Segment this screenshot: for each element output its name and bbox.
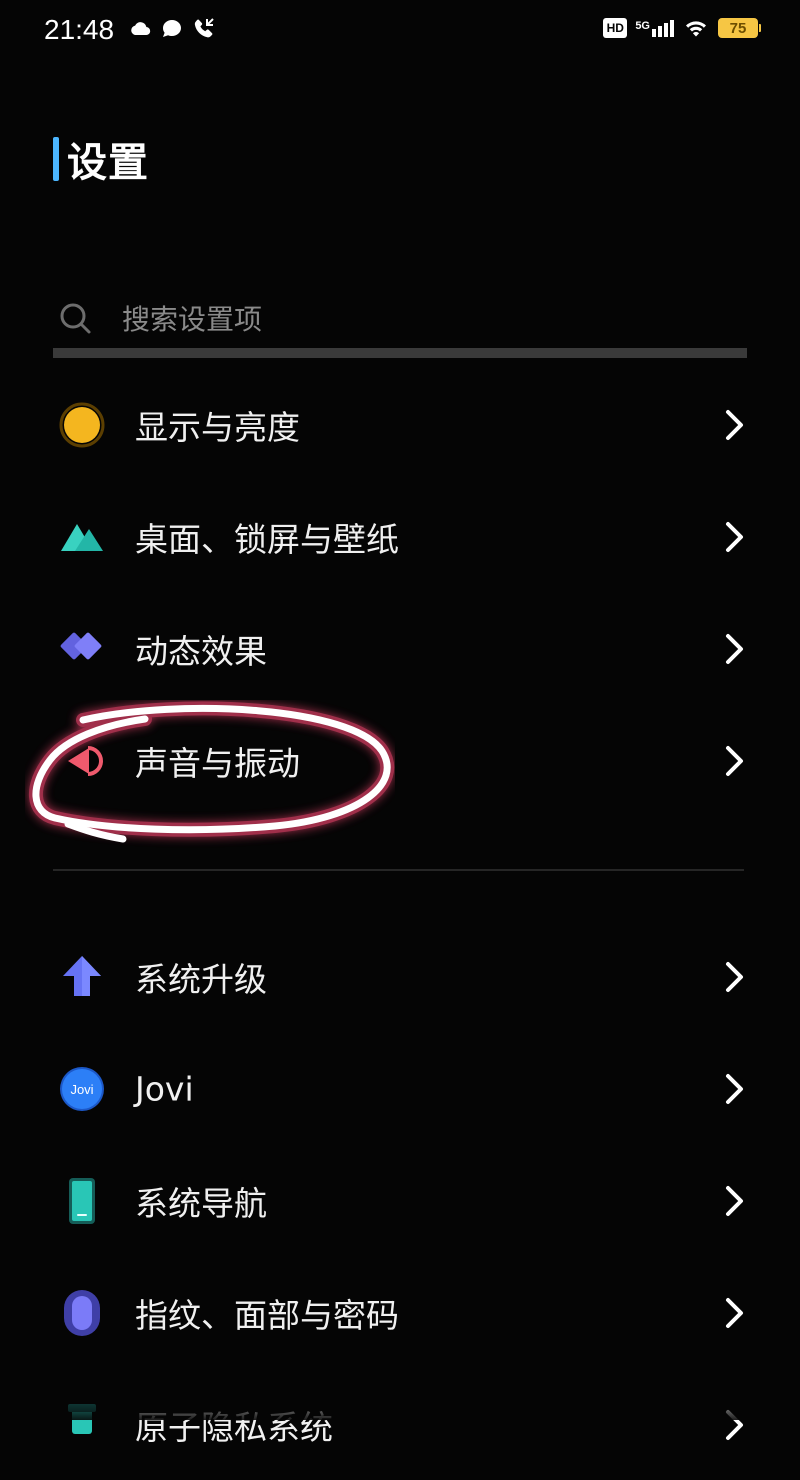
settings-item-motion-effects[interactable]: 动态效果 bbox=[0, 594, 800, 704]
settings-item-fingerprint-face-password[interactable]: 指纹、面部与密码 bbox=[0, 1258, 800, 1368]
settings-item-jovi[interactable]: Jovi Jovi bbox=[0, 1034, 800, 1144]
chevron-right-icon bbox=[726, 1298, 743, 1328]
display-brightness-icon bbox=[56, 399, 108, 451]
chevron-right-icon bbox=[726, 410, 743, 440]
system-navigation-icon bbox=[56, 1175, 108, 1227]
jovi-icon: Jovi bbox=[56, 1063, 108, 1115]
battery-icon: 75 bbox=[718, 18, 761, 38]
settings-item-label: 系统升级 bbox=[135, 960, 267, 999]
hd-badge: HD bbox=[603, 18, 628, 38]
signal-bar bbox=[658, 25, 662, 37]
system-status-icons: HD 5G 75 bbox=[603, 16, 761, 40]
settings-item-label: 声音与振动 bbox=[135, 744, 300, 783]
chevron-right-icon bbox=[726, 1074, 743, 1104]
message-icon bbox=[162, 20, 181, 37]
settings-item-system-update[interactable]: 系统升级 bbox=[0, 922, 800, 1032]
settings-item-sound-vibration[interactable]: 声音与振动 bbox=[0, 706, 800, 816]
chevron-right-icon bbox=[726, 746, 743, 776]
signal-bar bbox=[670, 19, 674, 37]
status-time: 21:48 bbox=[44, 14, 115, 45]
settings-item-label: Jovi bbox=[135, 1069, 194, 1109]
settings-item-privacy-system[interactable]: 原子隐私系统 bbox=[0, 1370, 800, 1480]
missed-call-icon bbox=[194, 18, 214, 38]
chevron-right-icon bbox=[726, 962, 743, 992]
fingerprint-face-password-icon bbox=[56, 1287, 108, 1339]
settings-item-label: 桌面、锁屏与壁纸 bbox=[135, 520, 399, 559]
settings-item-system-navigation[interactable]: 系统导航 bbox=[0, 1146, 800, 1256]
cloud-icon bbox=[131, 22, 151, 36]
network-label: 5G bbox=[635, 19, 650, 32]
bottom-fade bbox=[0, 1388, 800, 1420]
section-divider bbox=[53, 869, 744, 871]
wifi-icon bbox=[686, 21, 706, 37]
chevron-right-icon bbox=[726, 522, 743, 552]
settings-item-label: 显示与亮度 bbox=[135, 408, 300, 447]
page-title-area: 设置 bbox=[53, 136, 149, 186]
search-underline bbox=[53, 348, 747, 358]
page-title: 设置 bbox=[67, 140, 149, 186]
notification-icons bbox=[128, 16, 216, 40]
chevron-right-icon bbox=[726, 1186, 743, 1216]
settings-item-display-brightness[interactable]: 显示与亮度 bbox=[0, 370, 800, 480]
title-accent-bar bbox=[53, 137, 59, 181]
settings-item-label: 系统导航 bbox=[135, 1184, 267, 1223]
sound-vibration-icon bbox=[56, 735, 108, 787]
search-bar[interactable] bbox=[58, 290, 748, 348]
settings-item-label: 指纹、面部与密码 bbox=[135, 1296, 399, 1335]
signal-bar bbox=[652, 28, 656, 37]
wallpaper-icon bbox=[56, 511, 108, 563]
battery-percent: 75 bbox=[729, 19, 747, 37]
motion-effects-icon bbox=[56, 623, 108, 675]
search-input[interactable] bbox=[122, 302, 682, 336]
5g-signal-icon: 5G bbox=[635, 19, 674, 37]
search-icon bbox=[60, 303, 91, 334]
settings-item-wallpaper[interactable]: 桌面、锁屏与壁纸 bbox=[0, 482, 800, 592]
jovi-icon-text: Jovi bbox=[70, 1081, 94, 1097]
settings-item-label: 动态效果 bbox=[135, 632, 267, 671]
status-bar: 21:48 HD 5G 75 bbox=[0, 0, 800, 64]
chevron-right-icon bbox=[726, 634, 743, 664]
system-update-icon bbox=[56, 951, 108, 1003]
signal-bar bbox=[664, 22, 668, 37]
